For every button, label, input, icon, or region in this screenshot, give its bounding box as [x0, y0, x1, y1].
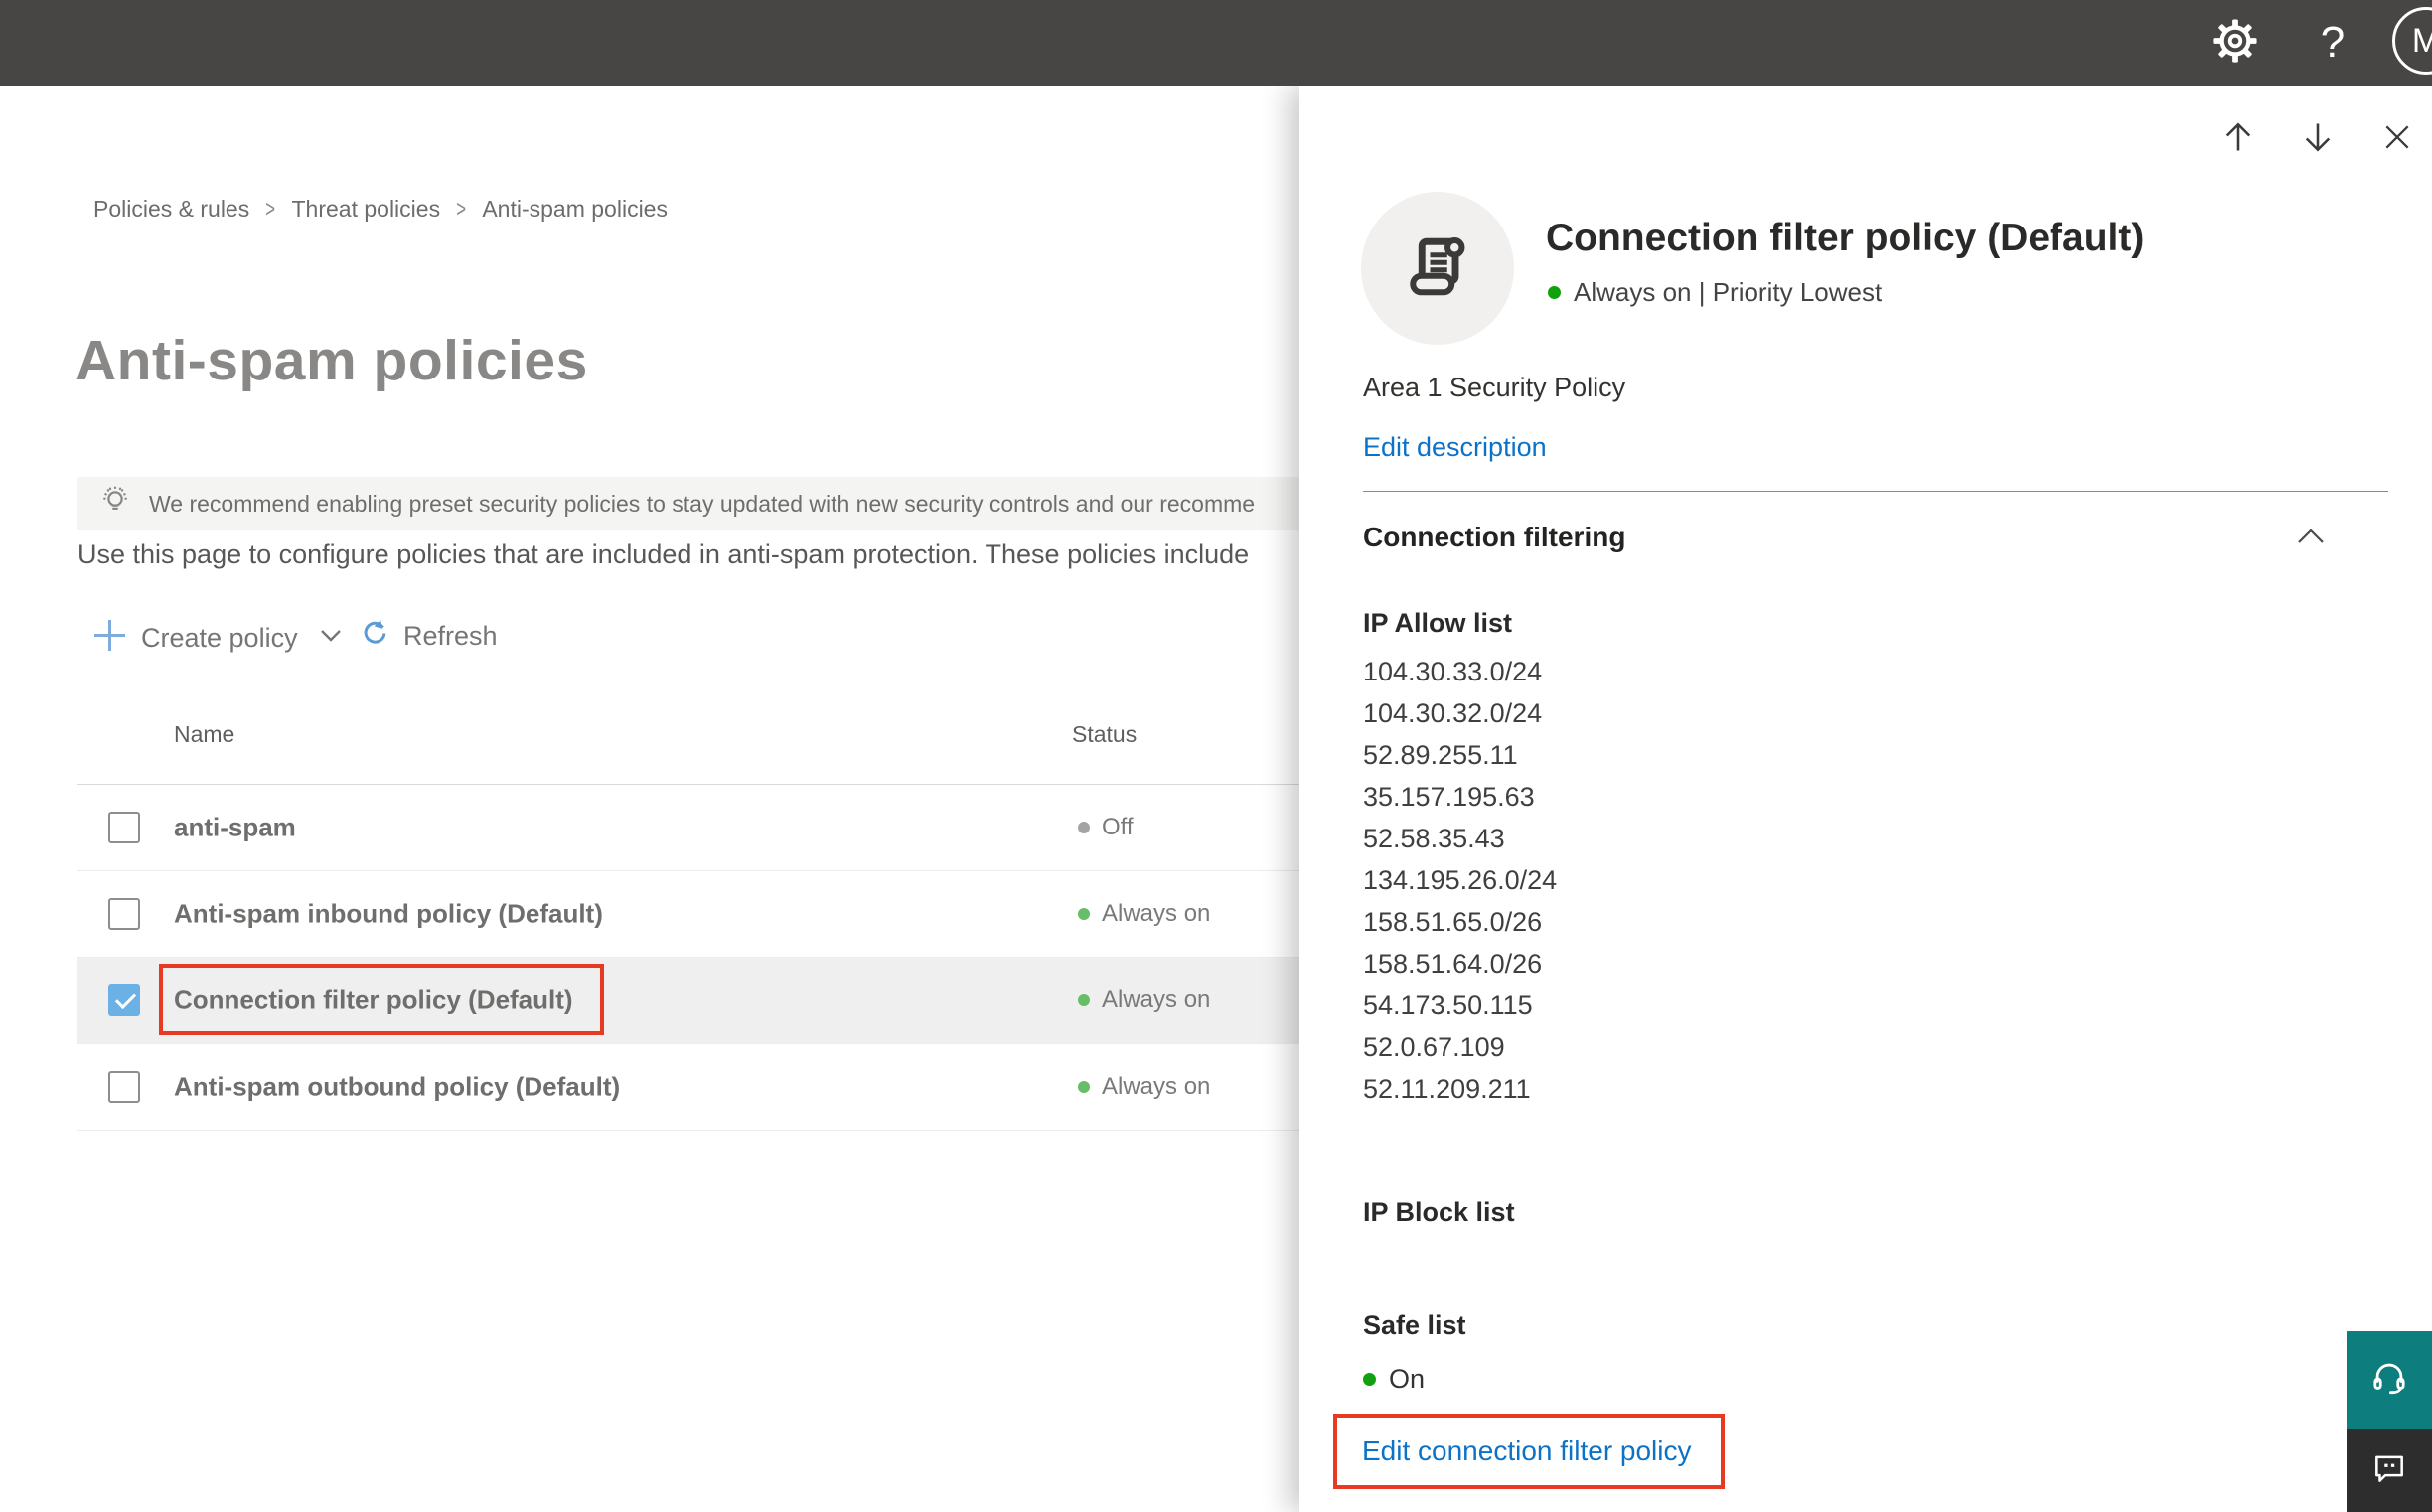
ip-allow-list: 104.30.33.0/24 104.30.32.0/24 52.89.255.11… [1363, 651, 1557, 1110]
feedback-bubble-icon [2370, 1449, 2408, 1492]
status-dot [1078, 1081, 1090, 1093]
ip-address: 158.51.64.0/26 [1363, 949, 1543, 979]
banner-text: We recommend enabling preset security po… [149, 490, 1256, 517]
safe-list-status: On [1363, 1364, 1425, 1395]
checkmark-icon [114, 987, 137, 1010]
collapse-section-button[interactable] [2293, 524, 2329, 553]
gear-icon [2212, 18, 2258, 69]
status-label: Always on [1102, 1073, 1211, 1100]
account-avatar[interactable]: M [2392, 7, 2432, 75]
headset-icon [2368, 1357, 2410, 1404]
breadcrumb-separator-icon: > [265, 195, 276, 223]
ip-allow-list-title: IP Allow list [1363, 608, 1513, 638]
avatar-initial: M [2411, 21, 2432, 60]
row-checkbox[interactable] [108, 898, 140, 930]
flyout-status: Always on | Priority Lowest [1548, 277, 1882, 308]
policy-avatar [1361, 192, 1514, 345]
section-connection-filtering: Connection filtering [1363, 522, 1626, 552]
create-policy-label: Create policy [141, 622, 298, 653]
breadcrumb: Policies & rules > Threat policies > Ant… [93, 196, 668, 223]
support-button[interactable] [2347, 1331, 2432, 1429]
ip-address: 158.51.65.0/26 [1363, 907, 1543, 937]
safe-list-title: Safe list [1363, 1310, 1466, 1340]
ip-address: 52.58.35.43 [1363, 824, 1505, 853]
question-mark-icon: ? [2320, 18, 2346, 67]
row-checkbox[interactable] [108, 812, 140, 843]
status-dot [1078, 994, 1090, 1006]
ip-address: 134.195.26.0/24 [1363, 865, 1558, 895]
breadcrumb-anti-spam-policies[interactable]: Anti-spam policies [482, 196, 668, 223]
help-button[interactable]: ? [2309, 17, 2356, 69]
plus-icon [92, 618, 127, 658]
chevron-down-icon [320, 629, 342, 648]
lightbulb-icon [97, 484, 133, 525]
ip-address: 104.30.32.0/24 [1363, 698, 1543, 728]
arrow-down-icon [2300, 119, 2336, 160]
ip-address: 104.30.33.0/24 [1363, 657, 1543, 686]
edit-connection-filter-policy-link[interactable]: Edit connection filter policy [1362, 1436, 1692, 1467]
policy-name[interactable]: Anti-spam outbound policy (Default) [174, 1072, 620, 1103]
row-checkbox[interactable] [108, 984, 140, 1016]
policy-name[interactable]: anti-spam [174, 813, 296, 843]
column-header-name[interactable]: Name [174, 721, 234, 748]
refresh-label: Refresh [403, 620, 498, 651]
arrow-up-icon [2220, 119, 2256, 160]
divider [1363, 491, 2388, 492]
ip-address: 52.89.255.11 [1363, 740, 1518, 770]
status-dot [1078, 822, 1090, 833]
settings-button[interactable] [2211, 18, 2259, 69]
safe-list-status-label: On [1389, 1364, 1426, 1394]
policy-name[interactable]: Connection filter policy (Default) [174, 985, 573, 1016]
status-dot [1548, 286, 1561, 299]
policy-name[interactable]: Anti-spam inbound policy (Default) [174, 899, 603, 930]
close-flyout-button[interactable] [2375, 117, 2419, 161]
ip-block-list-title: IP Block list [1363, 1197, 1515, 1227]
policy-description: Area 1 Security Policy [1363, 373, 1626, 402]
breadcrumb-separator-icon: > [456, 195, 467, 223]
top-app-bar: ? M [0, 0, 2432, 86]
breadcrumb-policies-rules[interactable]: Policies & rules [93, 196, 249, 223]
close-icon [2381, 121, 2413, 158]
status-dot [1363, 1373, 1376, 1386]
ip-address: 52.11.209.211 [1363, 1074, 1531, 1104]
status-dot [1078, 908, 1090, 920]
row-checkbox[interactable] [108, 1071, 140, 1103]
feedback-button[interactable] [2347, 1429, 2432, 1512]
scroll-policy-icon [1399, 227, 1476, 310]
chevron-up-icon [2296, 527, 2326, 551]
edit-policy-highlight-box: Edit connection filter policy [1333, 1414, 1725, 1489]
ip-address: 52.0.67.109 [1363, 1032, 1505, 1062]
page-title: Anti-spam policies [76, 329, 588, 392]
status-label: Always on [1102, 900, 1211, 927]
refresh-button[interactable]: Refresh [360, 618, 498, 654]
ip-address: 54.173.50.115 [1363, 990, 1533, 1020]
breadcrumb-threat-policies[interactable]: Threat policies [292, 196, 441, 223]
refresh-icon [360, 618, 390, 654]
ip-address: 35.157.195.63 [1363, 782, 1535, 812]
flyout-title: Connection filter policy (Default) [1546, 217, 2145, 259]
next-item-button[interactable] [2296, 117, 2340, 161]
edit-description-link[interactable]: Edit description [1363, 432, 1547, 463]
policy-details-flyout: Connection filter policy (Default) Alway… [1299, 86, 2432, 1512]
create-policy-button[interactable]: Create policy [92, 618, 342, 658]
previous-item-button[interactable] [2216, 117, 2260, 161]
status-label: Off [1102, 814, 1134, 840]
column-header-status[interactable]: Status [1072, 721, 1137, 748]
status-label: Always on [1102, 986, 1211, 1013]
flyout-status-label: Always on | Priority Lowest [1574, 277, 1883, 307]
